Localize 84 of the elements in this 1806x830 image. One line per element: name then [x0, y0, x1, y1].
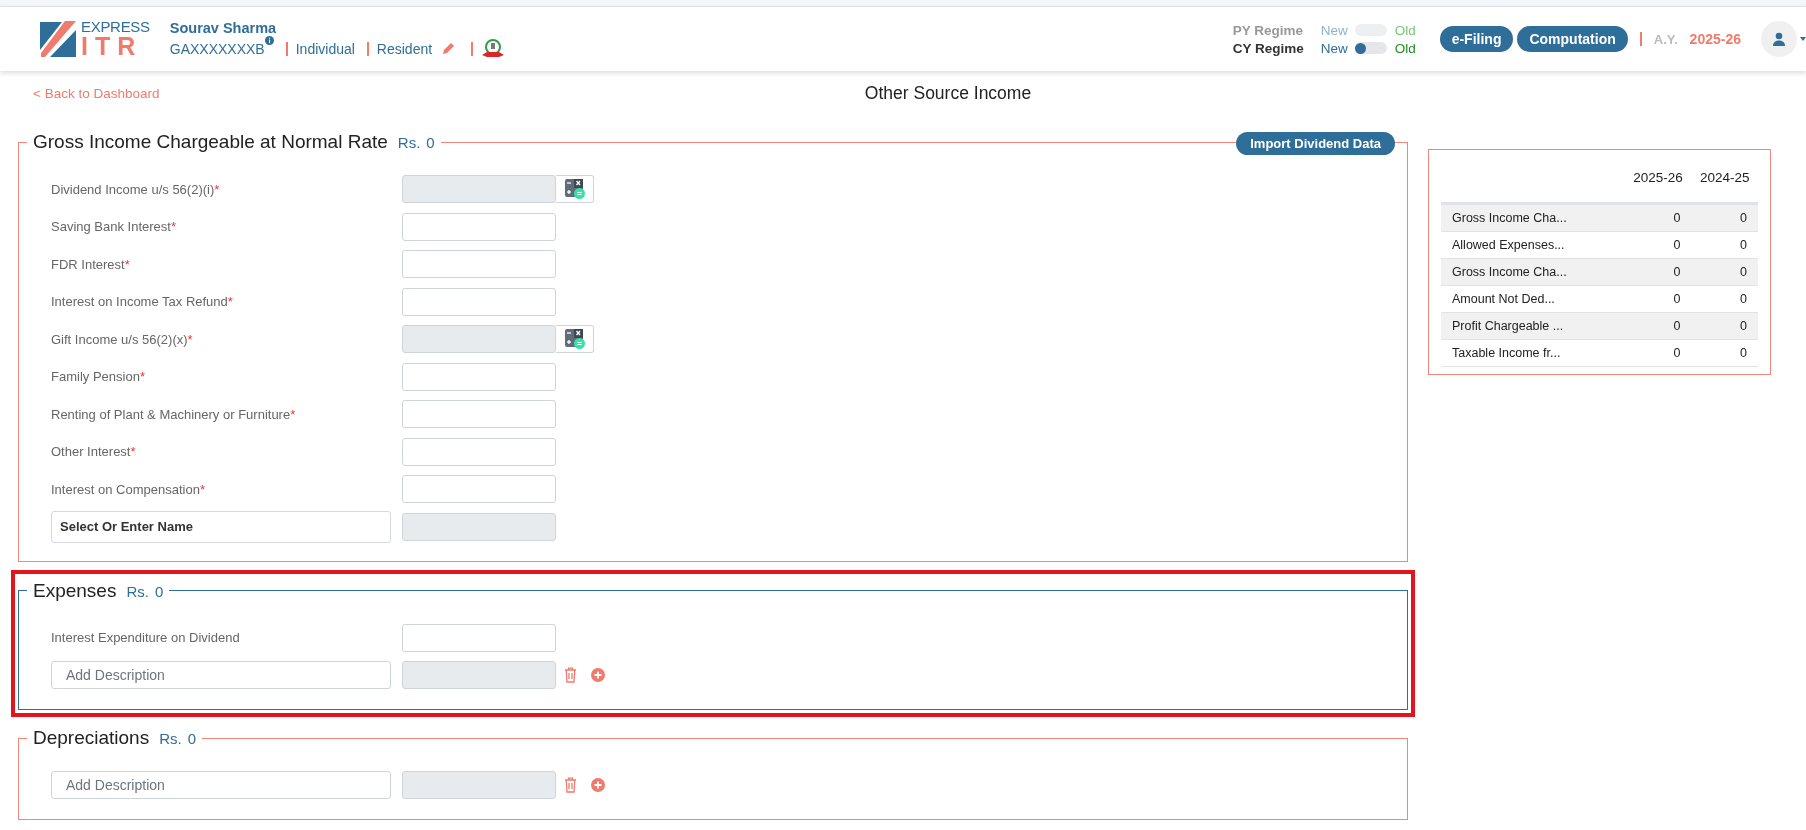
amount-field[interactable] — [402, 623, 556, 652]
user-avatar[interactable] — [1761, 21, 1797, 57]
taxpayer-status: Individual — [295, 40, 355, 57]
column-header: 2025-26 — [1624, 170, 1692, 204]
regime-label: PY Regime — [1232, 22, 1304, 38]
pencil-icon[interactable] — [442, 42, 456, 55]
delete-icon[interactable] — [564, 667, 577, 683]
currency-label: Rs. — [397, 134, 421, 151]
section-title: Expenses — [33, 579, 117, 602]
section-title: Depreciations — [33, 727, 150, 749]
table-cell: Allowed Expenses... — [1441, 231, 1625, 259]
calculator-button[interactable] — [556, 325, 594, 353]
amount-field[interactable] — [402, 475, 556, 503]
old-option-label: Old — [1394, 22, 1416, 38]
page-title: Other Source Income — [864, 82, 1032, 104]
table-cell: Gross Income Cha... — [1441, 203, 1625, 232]
assessment-year: 2025-26 — [1689, 31, 1741, 47]
table-cell: 0 — [1691, 339, 1758, 367]
emblem-icon — [481, 38, 506, 59]
header-button[interactable]: e-Filing — [1439, 26, 1514, 52]
amount-field[interactable] — [402, 437, 556, 466]
table-cell: Taxable Income fr... — [1441, 339, 1625, 367]
add-icon[interactable] — [591, 668, 605, 682]
regime-label: CY Regime — [1232, 40, 1305, 56]
regime-toggle[interactable] — [1354, 42, 1387, 54]
column-header: 2024-25 — [1691, 170, 1758, 204]
amount-field[interactable] — [402, 400, 556, 428]
header-button[interactable]: Computation — [1517, 26, 1628, 52]
description-field[interactable]: Add Description — [51, 771, 391, 799]
field-label: Saving Bank Interest* — [51, 219, 178, 234]
logo-icon — [40, 20, 76, 58]
field-label: Gift Income u/s 56(2)(x)* — [51, 331, 194, 347]
name-combo-field[interactable]: Select Or Enter Name — [51, 510, 391, 543]
table-cell: 0 — [1691, 312, 1758, 340]
amount-field[interactable] — [402, 287, 556, 316]
field-label: Family Pension* — [51, 369, 146, 384]
logo-text: EXPRESS — [81, 19, 150, 34]
amount-field[interactable] — [402, 362, 556, 391]
table-cell: 0 — [1691, 231, 1758, 259]
currency-label: Rs. — [159, 730, 182, 747]
amount-field[interactable] — [402, 250, 556, 278]
table-cell: Amount Not Ded... — [1441, 285, 1625, 313]
field-label: Dividend Income u/s 56(2)(i)* — [51, 181, 221, 197]
table-cell: 0 — [1691, 285, 1758, 313]
section-amount: 0 — [154, 582, 164, 600]
logo-text: ITR — [81, 34, 144, 59]
field-label: Interest on Compensation* — [51, 481, 206, 497]
user-name: Sourav Sharma — [169, 19, 278, 36]
table-cell: 0 — [1624, 258, 1692, 286]
table-cell: 0 — [1691, 258, 1758, 286]
section-amount: 0 — [187, 730, 196, 747]
back-link[interactable]: < Back to Dashboard — [18, 85, 160, 101]
add-icon[interactable] — [591, 778, 605, 792]
assessment-year-label: A.Y. — [1653, 31, 1678, 47]
table-cell: 0 — [1624, 231, 1692, 259]
amount-field[interactable] — [402, 212, 556, 241]
section-title: Gross Income Chargeable at Normal Rate — [33, 131, 388, 153]
field-label: Renting of Plant & Machinery or Furniture* — [51, 406, 297, 422]
residential-status: Resident — [376, 40, 433, 57]
section-amount: 0 — [426, 134, 435, 151]
new-option-label: New — [1320, 22, 1349, 38]
field-label: Interest on Income Tax Refund* — [51, 294, 234, 309]
currency-label: Rs. — [126, 582, 149, 600]
table-cell: 0 — [1691, 203, 1758, 232]
new-option-label: New — [1320, 40, 1349, 56]
calculator-icon — [563, 328, 586, 350]
table-cell: Profit Chargeable ... — [1441, 312, 1625, 340]
table-cell: 0 — [1624, 312, 1692, 340]
calculator-icon — [563, 178, 586, 200]
info-icon[interactable] — [264, 35, 274, 45]
field-label: Interest Expenditure on Dividend — [51, 630, 241, 645]
description-field[interactable]: Add Description — [51, 661, 391, 689]
import-dividend-button[interactable]: Import Dividend Data — [1236, 132, 1395, 155]
field-label: FDR Interest* — [51, 256, 131, 272]
calculator-button[interactable] — [556, 175, 594, 203]
pan-number: GAXXXXXXXB — [169, 40, 265, 57]
table-cell: Gross Income Cha... — [1441, 258, 1625, 286]
caret-icon[interactable] — [1800, 36, 1806, 42]
old-option-label: Old — [1394, 40, 1416, 56]
field-label: Other Interest* — [51, 444, 137, 459]
table-cell: 0 — [1624, 203, 1692, 232]
delete-icon[interactable] — [564, 777, 577, 793]
table-cell: 0 — [1624, 285, 1692, 313]
table-cell: 0 — [1624, 339, 1692, 367]
